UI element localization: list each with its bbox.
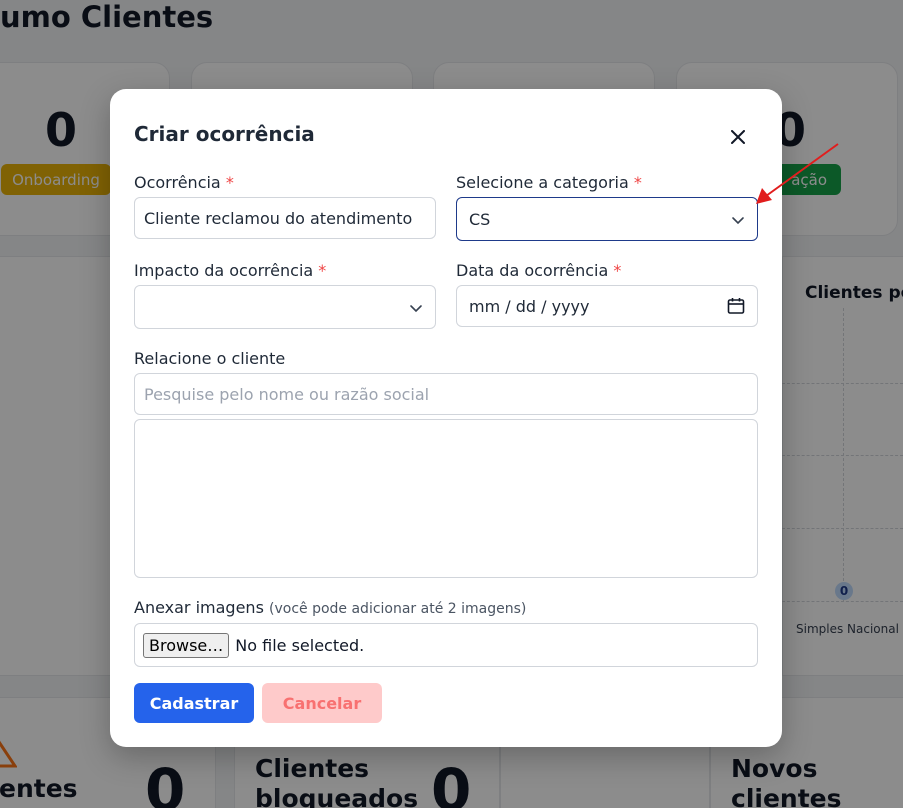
occurrence-label-text: Ocorrência [134, 173, 221, 192]
chevron-down-icon [410, 305, 422, 313]
modal-title: Criar ocorrência [134, 122, 315, 146]
category-select[interactable]: CS [456, 197, 758, 241]
occurrence-input-value: Cliente reclamou do atendimento [144, 208, 413, 228]
client-search-input[interactable]: Pesquise pelo nome ou razão social [134, 373, 758, 415]
date-label-text: Data da ocorrência [456, 261, 609, 280]
impact-label: Impacto da ocorrência * [134, 261, 326, 280]
calendar-icon[interactable] [727, 297, 745, 315]
client-search-placeholder: Pesquise pelo nome ou razão social [144, 384, 430, 404]
impact-label-text: Impacto da ocorrência [134, 261, 314, 280]
required-marker: * [225, 173, 234, 192]
browse-button[interactable]: Browse… [143, 632, 230, 658]
client-results-area[interactable] [134, 419, 758, 578]
date-input-value: mm / dd / yyyy [469, 296, 590, 316]
category-label-text: Selecione a categoria [456, 173, 629, 192]
create-occurrence-modal: Criar ocorrência Ocorrência * Cliente re… [110, 89, 782, 747]
impact-select[interactable] [134, 285, 436, 329]
required-marker: * [613, 261, 622, 280]
occurrence-input[interactable]: Cliente reclamou do atendimento [134, 197, 436, 239]
annotation-arrow-icon [756, 143, 839, 204]
date-label: Data da ocorrência * [456, 261, 621, 280]
attachments-hint: (você pode adicionar até 2 imagens) [269, 601, 527, 617]
file-input[interactable]: Browse… No file selected. [134, 623, 758, 667]
chevron-down-icon [732, 217, 744, 225]
required-marker: * [633, 173, 642, 192]
file-status: No file selected. [235, 635, 365, 655]
attachments-label: Anexar imagens (você pode adicionar até … [134, 598, 526, 617]
close-button[interactable] [724, 123, 752, 151]
occurrence-label: Ocorrência * [134, 173, 234, 192]
client-label: Relacione o cliente [134, 349, 286, 368]
date-input[interactable]: mm / dd / yyyy [456, 285, 758, 327]
category-label: Selecione a categoria * [456, 173, 642, 192]
category-select-value: CS [469, 209, 491, 229]
cancel-button[interactable]: Cancelar [262, 683, 382, 723]
attachments-label-text: Anexar imagens [134, 598, 264, 617]
submit-button[interactable]: Cadastrar [134, 683, 254, 723]
required-marker: * [318, 261, 327, 280]
close-icon [731, 130, 745, 144]
